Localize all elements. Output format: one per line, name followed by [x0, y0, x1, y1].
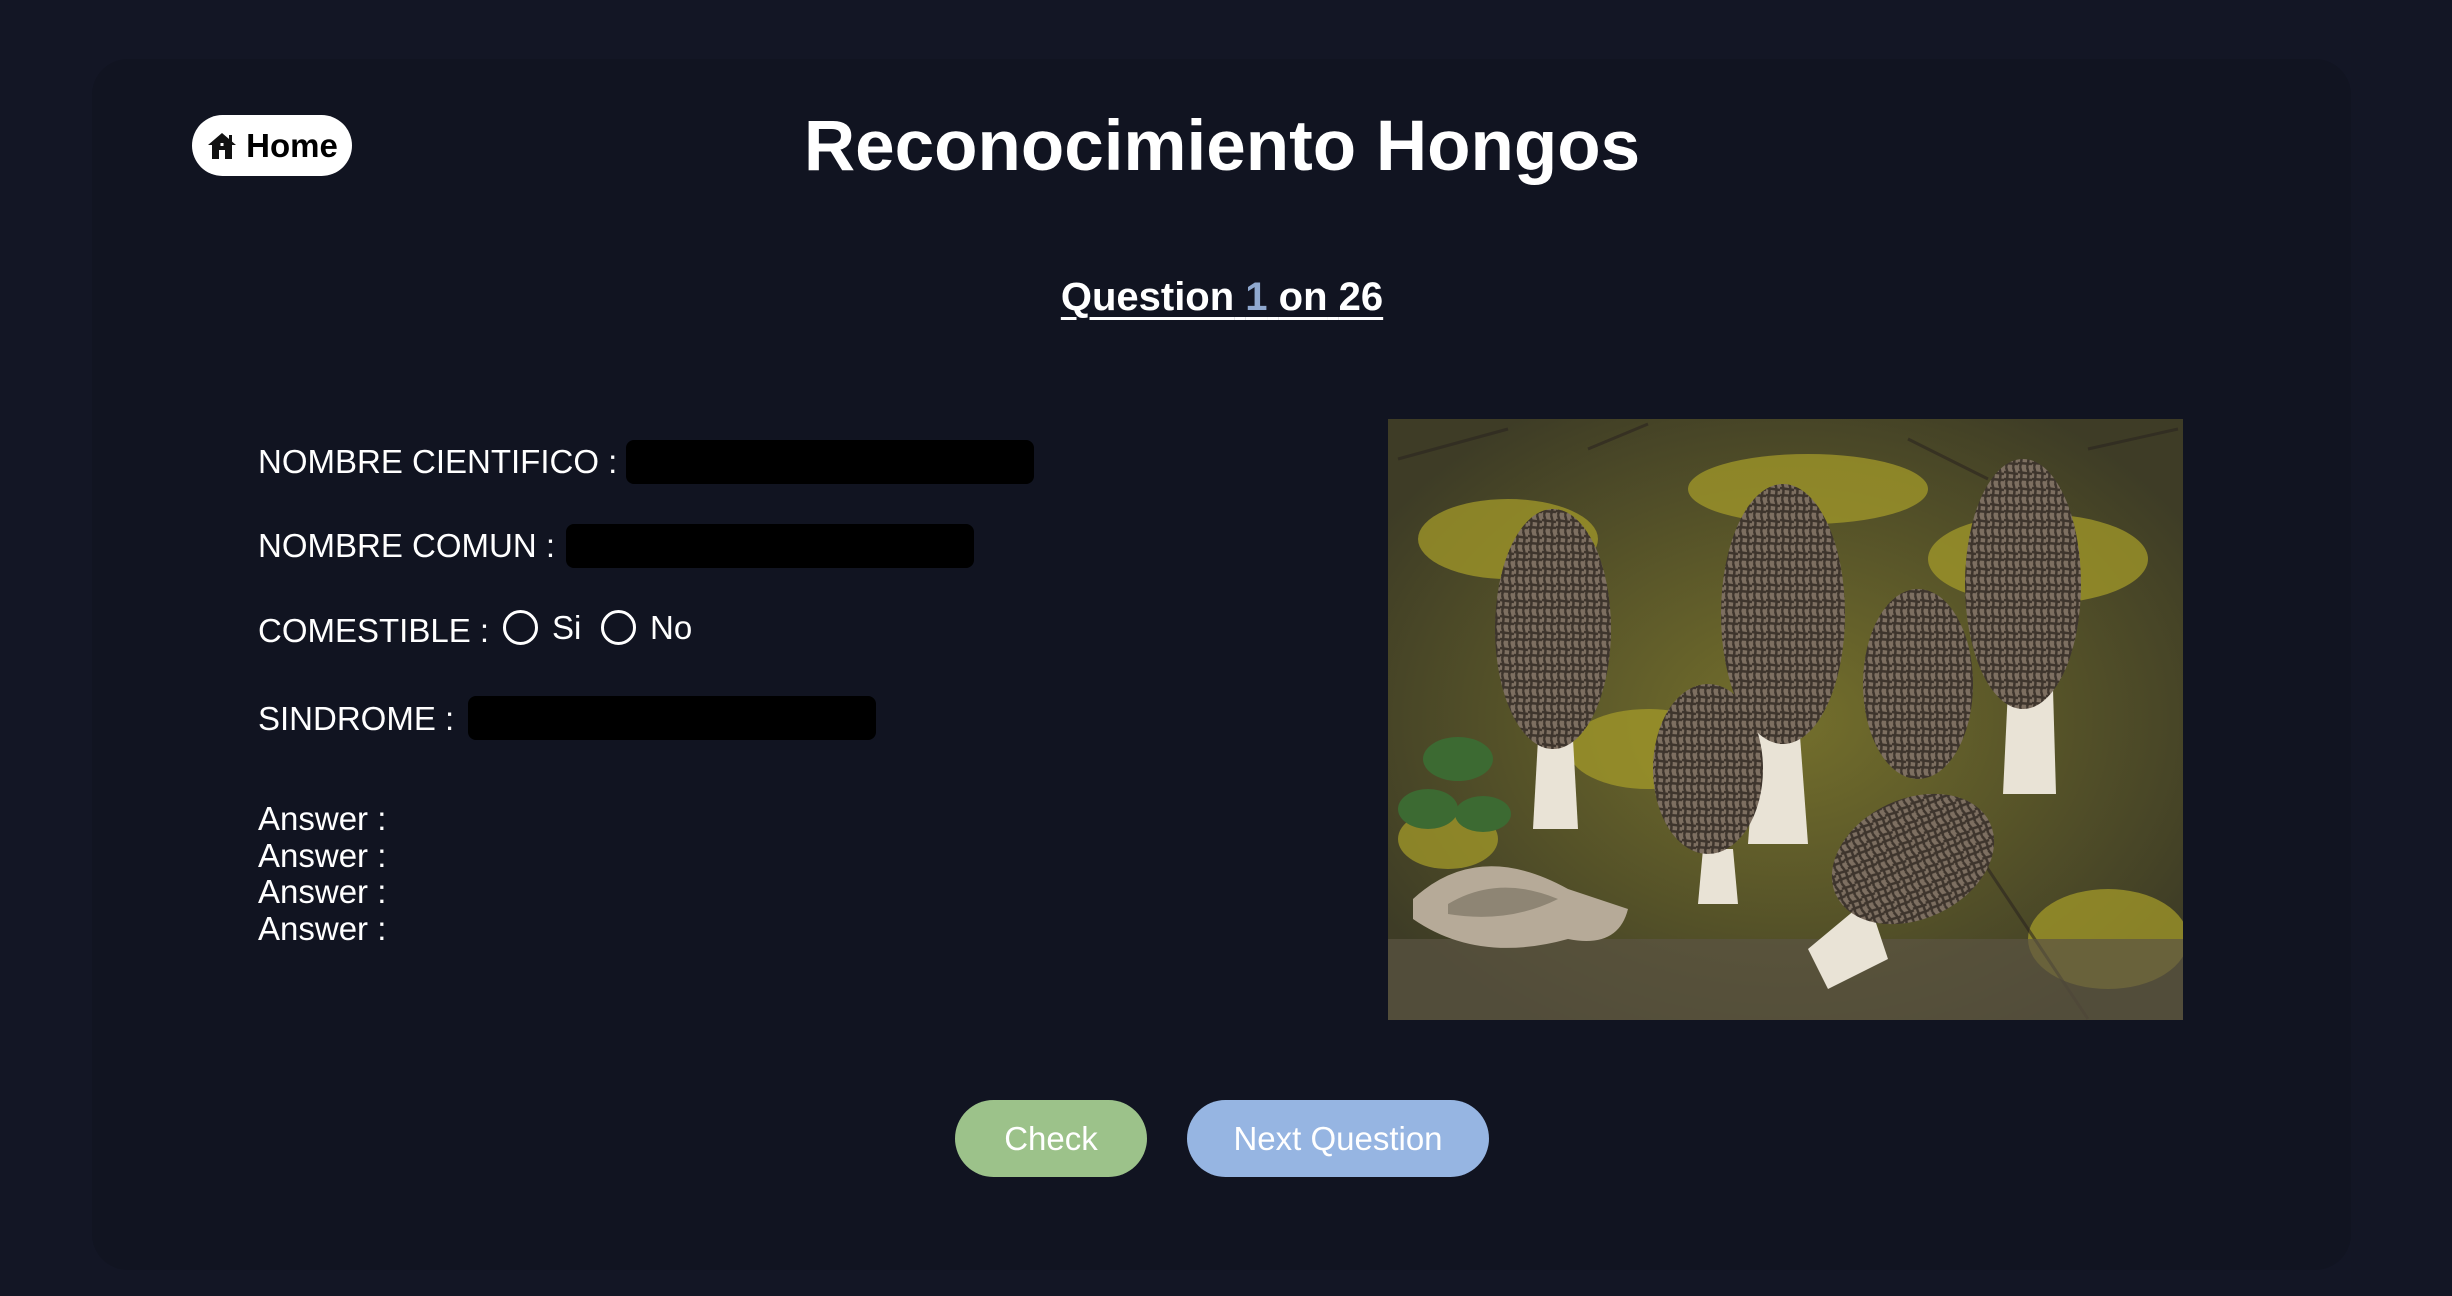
answer-line: Answer : — [258, 837, 387, 874]
question-separator: on — [1278, 275, 1328, 319]
syndrome-input[interactable] — [468, 696, 876, 740]
mushroom-photo — [1388, 419, 2183, 1020]
question-current-number: 1 — [1245, 275, 1268, 319]
check-button[interactable]: Check — [955, 1100, 1147, 1177]
edible-si-radio[interactable] — [503, 610, 538, 645]
common-name-input[interactable] — [566, 524, 974, 568]
question-prefix: Question — [1060, 275, 1235, 319]
edible-no-radio[interactable] — [601, 610, 636, 645]
question-total: 26 — [1338, 275, 1384, 319]
edible-si-label: Si — [552, 609, 582, 646]
edible-no-label: No — [650, 609, 693, 646]
question-counter: Question 1 on 26 — [0, 272, 2444, 322]
answer-line: Answer : — [258, 873, 387, 910]
page-title: Reconocimiento Hongos — [803, 107, 1641, 186]
scientific-name-input[interactable] — [626, 440, 1034, 484]
scientific-name-label: NOMBRE CIENTIFICO : — [258, 443, 618, 480]
answer-line: Answer : — [258, 910, 387, 947]
answer-line: Answer : — [258, 800, 387, 837]
common-name-label: NOMBRE COMUN : — [258, 527, 555, 564]
next-question-button[interactable]: Next Question — [1187, 1100, 1489, 1177]
syndrome-label: SINDROME : — [258, 700, 455, 737]
edible-label: COMESTIBLE : — [258, 612, 490, 649]
